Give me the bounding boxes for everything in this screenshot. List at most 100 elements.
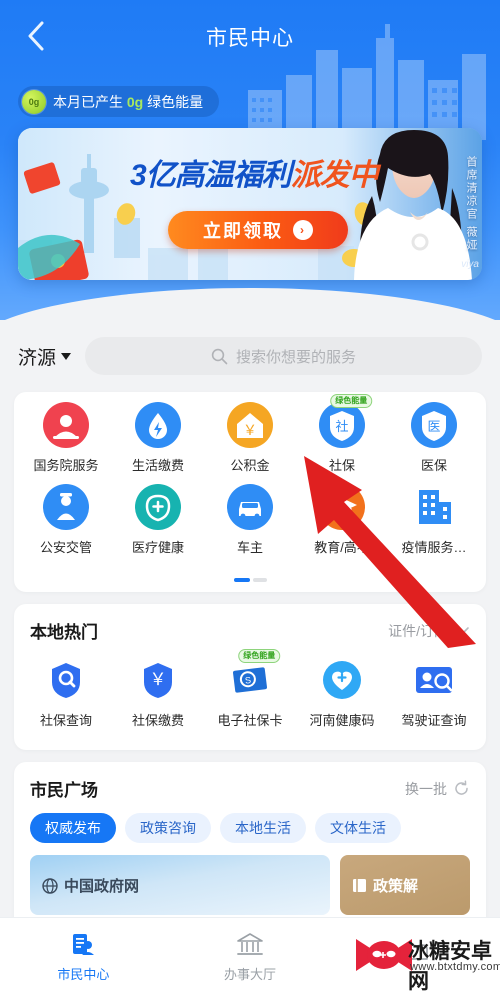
- caret-down-icon: [61, 352, 72, 360]
- navigation-bar: 市民中心: [0, 4, 500, 66]
- app-root: 市民中心 0g 本月已产生 0g 绿色能量 3亿高温福利派发中 立即领取 › 首…: [0, 0, 500, 995]
- health-code-icon: [319, 657, 365, 703]
- services-pagination[interactable]: [14, 578, 486, 582]
- energy-ball-icon: 0g: [22, 89, 46, 114]
- local-hot-item-3[interactable]: S 绿色能量电子社保卡: [204, 647, 296, 729]
- police-traffic-icon: [43, 484, 89, 530]
- energy-amount: 0g: [126, 93, 144, 110]
- plaza-card-gov-label: 中国政府网: [64, 878, 140, 895]
- local-hot-item-label: 电子社保卡: [217, 713, 283, 728]
- service-item-4[interactable]: 社 绿色能量社保: [296, 392, 388, 474]
- service-item-3[interactable]: ￥ 公积金: [204, 392, 296, 474]
- green-energy-badge: 绿色能量: [238, 649, 281, 663]
- local-hot-header: 本地热门 证件/订阅: [14, 604, 486, 647]
- license-search-icon: [411, 657, 457, 703]
- service-item-label: 医保: [420, 458, 447, 473]
- banner-cta-button[interactable]: 立即领取 ›: [168, 211, 348, 249]
- service-item-3[interactable]: 车主: [204, 474, 296, 556]
- nav-item-citizen-center[interactable]: 市民中心: [0, 918, 167, 995]
- service-item-4[interactable]: 教育/高考: [296, 474, 388, 556]
- refresh-icon: [455, 780, 468, 795]
- medical-insurance-icon: 医: [411, 402, 457, 448]
- local-hot-row: 社保查询 ￥ 社保缴费 S 绿色能量电子社保卡 河南健康码 驾驶证查询: [14, 647, 486, 729]
- plaza-card-policy[interactable]: 政策解: [340, 855, 470, 915]
- city-selector[interactable]: 济源: [18, 343, 72, 370]
- service-item-5[interactable]: 医医保: [388, 392, 480, 474]
- service-item-label: 社保: [328, 458, 355, 473]
- social-security-icon: 社 绿色能量: [319, 394, 373, 448]
- local-hot-action[interactable]: 证件/订阅: [388, 621, 470, 641]
- plaza-tab-4[interactable]: 文体生活: [315, 813, 401, 843]
- local-hot-action-label: 证件/订阅: [388, 622, 448, 639]
- svg-text:社: 社: [335, 419, 348, 434]
- banner-title: 3亿高温福利派发中: [130, 150, 379, 194]
- local-hot-item-label: 驾驶证查询: [401, 713, 467, 728]
- svg-text:￥: ￥: [243, 422, 257, 438]
- plaza-card-gov-label-wrap: 中国政府网: [42, 875, 139, 896]
- pagination-dot[interactable]: [233, 578, 250, 582]
- plaza-tab-3[interactable]: 本地生活: [220, 813, 306, 843]
- e-card-icon: S 绿色能量: [227, 649, 281, 703]
- search-placeholder: 搜索你想要的服务: [236, 348, 357, 366]
- shield-search-icon: [43, 657, 89, 703]
- service-item-label: 教育/高考: [314, 540, 370, 555]
- local-hot-item-5[interactable]: 驾驶证查询: [388, 647, 480, 729]
- globe-icon: [42, 877, 58, 894]
- service-item-2[interactable]: 医疗健康: [112, 474, 204, 556]
- pagination-dot[interactable]: [252, 578, 267, 582]
- education-icon: [319, 484, 365, 530]
- banner-vertical-text: 首席清凉官 薇娅: [465, 155, 477, 253]
- plaza-title: 市民广场: [30, 781, 98, 800]
- car-owner-icon: [227, 484, 273, 530]
- plaza-card: 市民广场 换一批 权威发布 政策咨询 本地生活 文体生活 中国政府网 政策解: [14, 762, 486, 932]
- arrow-right-icon: ›: [293, 220, 313, 240]
- svg-text:S: S: [244, 675, 251, 686]
- plaza-refresh[interactable]: 换一批: [405, 779, 470, 799]
- service-item-1[interactable]: 国务院服务: [20, 392, 112, 474]
- service-hall-icon: [237, 932, 263, 955]
- plaza-tab-1[interactable]: 权威发布: [30, 813, 116, 843]
- service-item-1[interactable]: 公安交管: [20, 474, 112, 556]
- plaza-card-policy-label-wrap: 政策解: [352, 875, 418, 896]
- services-card: 国务院服务 生活缴费 ￥ 公积金 社 绿色能量社保 医医保 公安交管 医疗健康 车主 教育/高考 疫…: [14, 392, 486, 592]
- water-drop-icon: [135, 402, 181, 448]
- plaza-card-gov[interactable]: 中国政府网: [30, 855, 330, 915]
- shield-yuan-icon: ￥: [135, 657, 181, 703]
- green-energy-badge: 绿色能量: [330, 394, 373, 408]
- plaza-content-cards: 中国政府网 政策解: [14, 843, 486, 915]
- local-hot-item-1[interactable]: 社保查询: [20, 647, 112, 729]
- banner-cta-label: 立即领取: [203, 221, 283, 241]
- search-icon: [211, 348, 228, 364]
- citizen-center-icon: [73, 933, 95, 955]
- local-hot-item-2[interactable]: ￥ 社保缴费: [112, 647, 204, 729]
- profile-icon: [405, 944, 428, 960]
- service-item-label: 生活缴费: [131, 458, 184, 473]
- banner-title-accent: 派发中: [290, 159, 379, 192]
- local-hot-item-label: 社保缴费: [131, 713, 184, 728]
- promo-banner[interactable]: 3亿高温福利派发中 立即领取 › 首席清凉官 薇娅 viya: [18, 128, 482, 280]
- plaza-tab-2[interactable]: 政策咨询: [125, 813, 211, 843]
- gov-council-icon: [43, 402, 89, 448]
- plaza-card-policy-label: 政策解: [373, 878, 419, 895]
- service-item-5[interactable]: 疫情服务…: [388, 474, 480, 556]
- green-energy-chip[interactable]: 0g 本月已产生 0g 绿色能量: [18, 86, 220, 117]
- plaza-tabs: 权威发布 政策咨询 本地生活 文体生活: [14, 805, 486, 843]
- epidemic-service-icon: [411, 484, 457, 530]
- energy-chip-text: 本月已产生 0g 绿色能量: [53, 92, 203, 112]
- services-row-2: 公安交管 医疗健康 车主 教育/高考 疫情服务…: [14, 474, 486, 556]
- local-hot-title: 本地热门: [30, 623, 98, 642]
- local-hot-item-label: 河南健康码: [309, 713, 375, 728]
- local-hot-item-4[interactable]: 河南健康码: [296, 647, 388, 729]
- service-item-2[interactable]: 生活缴费: [112, 392, 204, 474]
- nav-item-service-hall[interactable]: 办事大厅: [167, 918, 334, 995]
- chevron-down-icon: [455, 626, 469, 635]
- nav-item-profile[interactable]: [333, 918, 500, 995]
- service-item-label: 公积金: [230, 458, 270, 473]
- plaza-header: 市民广场 换一批: [14, 762, 486, 805]
- service-item-label: 医疗健康: [131, 540, 184, 555]
- search-input[interactable]: 搜索你想要的服务: [85, 337, 482, 375]
- svg-text:医: 医: [427, 419, 440, 434]
- book-icon: [353, 879, 366, 892]
- plaza-refresh-label: 换一批: [405, 780, 447, 797]
- energy-prefix: 本月已产生: [53, 93, 127, 110]
